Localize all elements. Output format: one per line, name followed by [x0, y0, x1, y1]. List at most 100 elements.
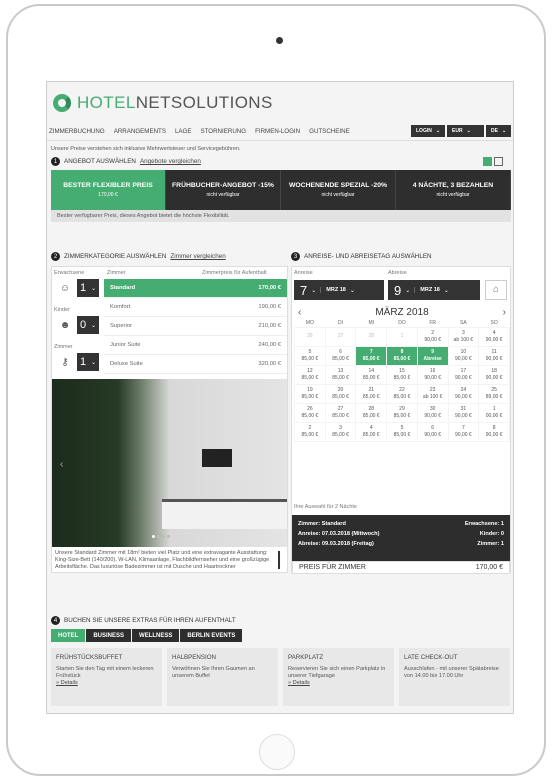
calendar-day[interactable]: 25 89,00 €: [478, 383, 510, 404]
chevron-down-icon: ⌄: [349, 287, 355, 294]
calendar-day[interactable]: 1 00,00 €: [478, 402, 510, 423]
arrival-select[interactable]: 7 ⌄ MRZ 18 ⌄: [294, 280, 384, 300]
calendar-day[interactable]: 5 85,00 €: [386, 421, 418, 442]
calendar-day[interactable]: 26 85,00 €: [294, 402, 326, 423]
basket-icon[interactable]: ⌂: [485, 280, 507, 300]
calendar-day[interactable]: 14 85,00 €: [355, 364, 388, 385]
extra-card[interactable]: FRÜHSTÜCKSBUFFET Starten Sie den Tag mit …: [51, 648, 162, 706]
kids-stepper[interactable]: 0 ⌄: [77, 316, 99, 334]
calendar-day[interactable]: 22 85,00 €: [386, 383, 418, 404]
calendar-day[interactable]: 5 85,00 €: [294, 345, 326, 366]
list-view-icon[interactable]: [494, 157, 503, 166]
room-price-bar: PREIS FÜR ZIMMER 170,00 €: [292, 561, 510, 574]
adults-stepper[interactable]: 1 ⌄: [77, 279, 99, 297]
nav-item[interactable]: GUTSCHEINE: [309, 128, 350, 135]
calendar-day[interactable]: 28: [355, 326, 388, 347]
calendar-day[interactable]: 24 90,00 €: [447, 383, 480, 404]
calendar-day[interactable]: 7 85,00 €: [355, 345, 388, 366]
offer-tab[interactable]: WOCHENENDE SPEZIAL -20% nicht verfügbar: [281, 170, 396, 210]
calendar-day[interactable]: 26: [294, 326, 326, 347]
nav-item[interactable]: FIRMEN-LOGIN: [255, 128, 300, 135]
extra-card[interactable]: HALBPENSION Verwöhnen Sie Ihren Gaumen an…: [167, 648, 278, 706]
extra-card[interactable]: PARKPLATZ Reservieren Sie sich einen Park…: [283, 648, 394, 706]
weekday-label: SO: [490, 319, 498, 326]
calendar-day[interactable]: 2 90,00 €: [416, 326, 449, 347]
currency-dropdown[interactable]: EUR ⌄: [447, 125, 485, 137]
calendar-day[interactable]: 13 85,00 €: [324, 364, 357, 385]
view-toggle: [483, 157, 503, 166]
calendar-day[interactable]: 3 ab 100 €: [447, 326, 480, 347]
room-option[interactable]: Komfort 190,00 €: [104, 298, 287, 317]
compare-rooms-link[interactable]: Zimmer vergleichen: [170, 253, 225, 260]
calendar-day[interactable]: 9 Abreise: [416, 345, 449, 366]
logo[interactable]: HOTEL NETSOLUTIONS: [53, 92, 273, 114]
chevron-left-icon[interactable]: ‹: [60, 459, 63, 470]
calendar-day[interactable]: 21 85,00 €: [355, 383, 388, 404]
logo-icon: [53, 94, 71, 112]
calendar-day[interactable]: 6 90,00 €: [416, 421, 449, 442]
chevron-down-icon: ⌄: [502, 128, 507, 134]
calendar-day[interactable]: 1: [386, 326, 418, 347]
nav-item[interactable]: STORNIERUNG: [200, 128, 246, 135]
language-dropdown[interactable]: DE ⌄: [486, 125, 512, 137]
login-dropdown[interactable]: LOGIN ⌄: [411, 125, 446, 137]
home-button[interactable]: [259, 734, 295, 770]
date-panel: Anreise Abreise 7 ⌄ MRZ 18 ⌄ 9 ⌄ MRZ 18 ⌄ ⌂ …: [291, 266, 511, 574]
extras-tab[interactable]: WELLNESS: [132, 629, 180, 642]
chevron-right-icon[interactable]: ›: [503, 307, 506, 318]
calendar-day[interactable]: 19 85,00 €: [294, 383, 326, 404]
nav-item[interactable]: LAGE: [175, 128, 192, 135]
room-description: Unsere Standard Zimmer mit 18m² bieten v…: [55, 550, 270, 570]
extras-tab[interactable]: BUSINESS: [86, 629, 132, 642]
calendar-day[interactable]: 7 90,00 €: [447, 421, 480, 442]
extras-tab[interactable]: HOTEL: [51, 629, 86, 642]
calendar-day[interactable]: 31 90,00 €: [447, 402, 480, 423]
calendar-day[interactable]: 27 85,00 €: [324, 402, 357, 423]
chevron-left-icon[interactable]: ‹: [298, 307, 301, 318]
calendar-day[interactable]: 11 90,00 €: [478, 345, 510, 366]
offer-tab[interactable]: FRÜHBUCHER-ANGEBOT -15% nicht verfügbar: [166, 170, 281, 210]
calendar-day[interactable]: 4 85,00 €: [355, 421, 388, 442]
calendar-day[interactable]: 8 90,00 €: [478, 421, 510, 442]
calendar-day[interactable]: 23 ab 100 €: [416, 383, 449, 404]
room-option[interactable]: Standard 170,00 €: [104, 279, 287, 298]
calendar-day[interactable]: 2 85,00 €: [294, 421, 326, 442]
selection-label: Ihre Auswahl für 2 Nächte: [294, 504, 357, 510]
calendar-day[interactable]: 18 90,00 €: [478, 364, 510, 385]
nav-item[interactable]: ARRANGEMENTS: [114, 128, 166, 135]
calendar-day[interactable]: 29 85,00 €: [386, 402, 418, 423]
carousel-dots[interactable]: [152, 535, 170, 538]
calendar-day[interactable]: 27: [324, 326, 357, 347]
departure-select[interactable]: 9 ⌄ MRZ 18 ⌄: [388, 280, 480, 300]
calendar-day[interactable]: 3 85,00 €: [324, 421, 357, 442]
weekday-label: MI: [368, 319, 375, 326]
grid-view-icon[interactable]: [483, 157, 492, 166]
offer-tab[interactable]: BESTER FLEXIBLER PREIS 170,00 €: [51, 170, 166, 210]
calendar-day[interactable]: 30 90,00 €: [416, 402, 449, 423]
calendar-day[interactable]: 10 90,00 €: [447, 345, 480, 366]
room-option[interactable]: Deluxe Suite 320,00 €: [104, 355, 287, 374]
room-option[interactable]: Superior 210,00 €: [104, 317, 287, 336]
extra-card[interactable]: LATE CHECK-OUT Ausschlafen - mit unserer …: [399, 648, 510, 706]
chevron-down-icon: ⌄: [90, 322, 96, 329]
compare-offers-link[interactable]: Angebote vergleichen: [140, 158, 201, 165]
chevron-down-icon: ⌄: [443, 287, 449, 294]
offer-tab[interactable]: 4 NÄCHTE, 3 BEZAHLEN nicht verfügbar: [396, 170, 511, 210]
calendar-day[interactable]: 16 90,00 €: [416, 364, 449, 385]
calendar-day[interactable]: 17 90,00 €: [447, 364, 480, 385]
calendar-day[interactable]: 6 85,00 €: [324, 345, 357, 366]
room-option[interactable]: Junior Suite 240,00 €: [104, 336, 287, 355]
calendar-day[interactable]: 20 85,00 €: [324, 383, 357, 404]
calendar-day[interactable]: 15 85,00 €: [386, 364, 418, 385]
tv-image: [202, 449, 232, 467]
calendar-day[interactable]: 4 90,00 €: [478, 326, 510, 347]
scrollbar[interactable]: [278, 551, 280, 569]
extras-tab[interactable]: BERLIN EVENTS: [180, 629, 243, 642]
calendar-day[interactable]: 28 85,00 €: [355, 402, 388, 423]
rooms-stepper[interactable]: 1 ⌄: [77, 353, 99, 371]
calendar-day[interactable]: 8 85,00 €: [386, 345, 418, 366]
step2-heading: 2 ZIMMERKATEGORIE AUSWÄHLEN Zimmer vergl…: [51, 252, 226, 261]
offer-tabs: BESTER FLEXIBLER PREIS 170,00 € FRÜHBUCHE…: [51, 170, 511, 210]
calendar-day[interactable]: 12 85,00 €: [294, 364, 326, 385]
nav-item[interactable]: ZIMMERBUCHUNG: [49, 128, 105, 135]
